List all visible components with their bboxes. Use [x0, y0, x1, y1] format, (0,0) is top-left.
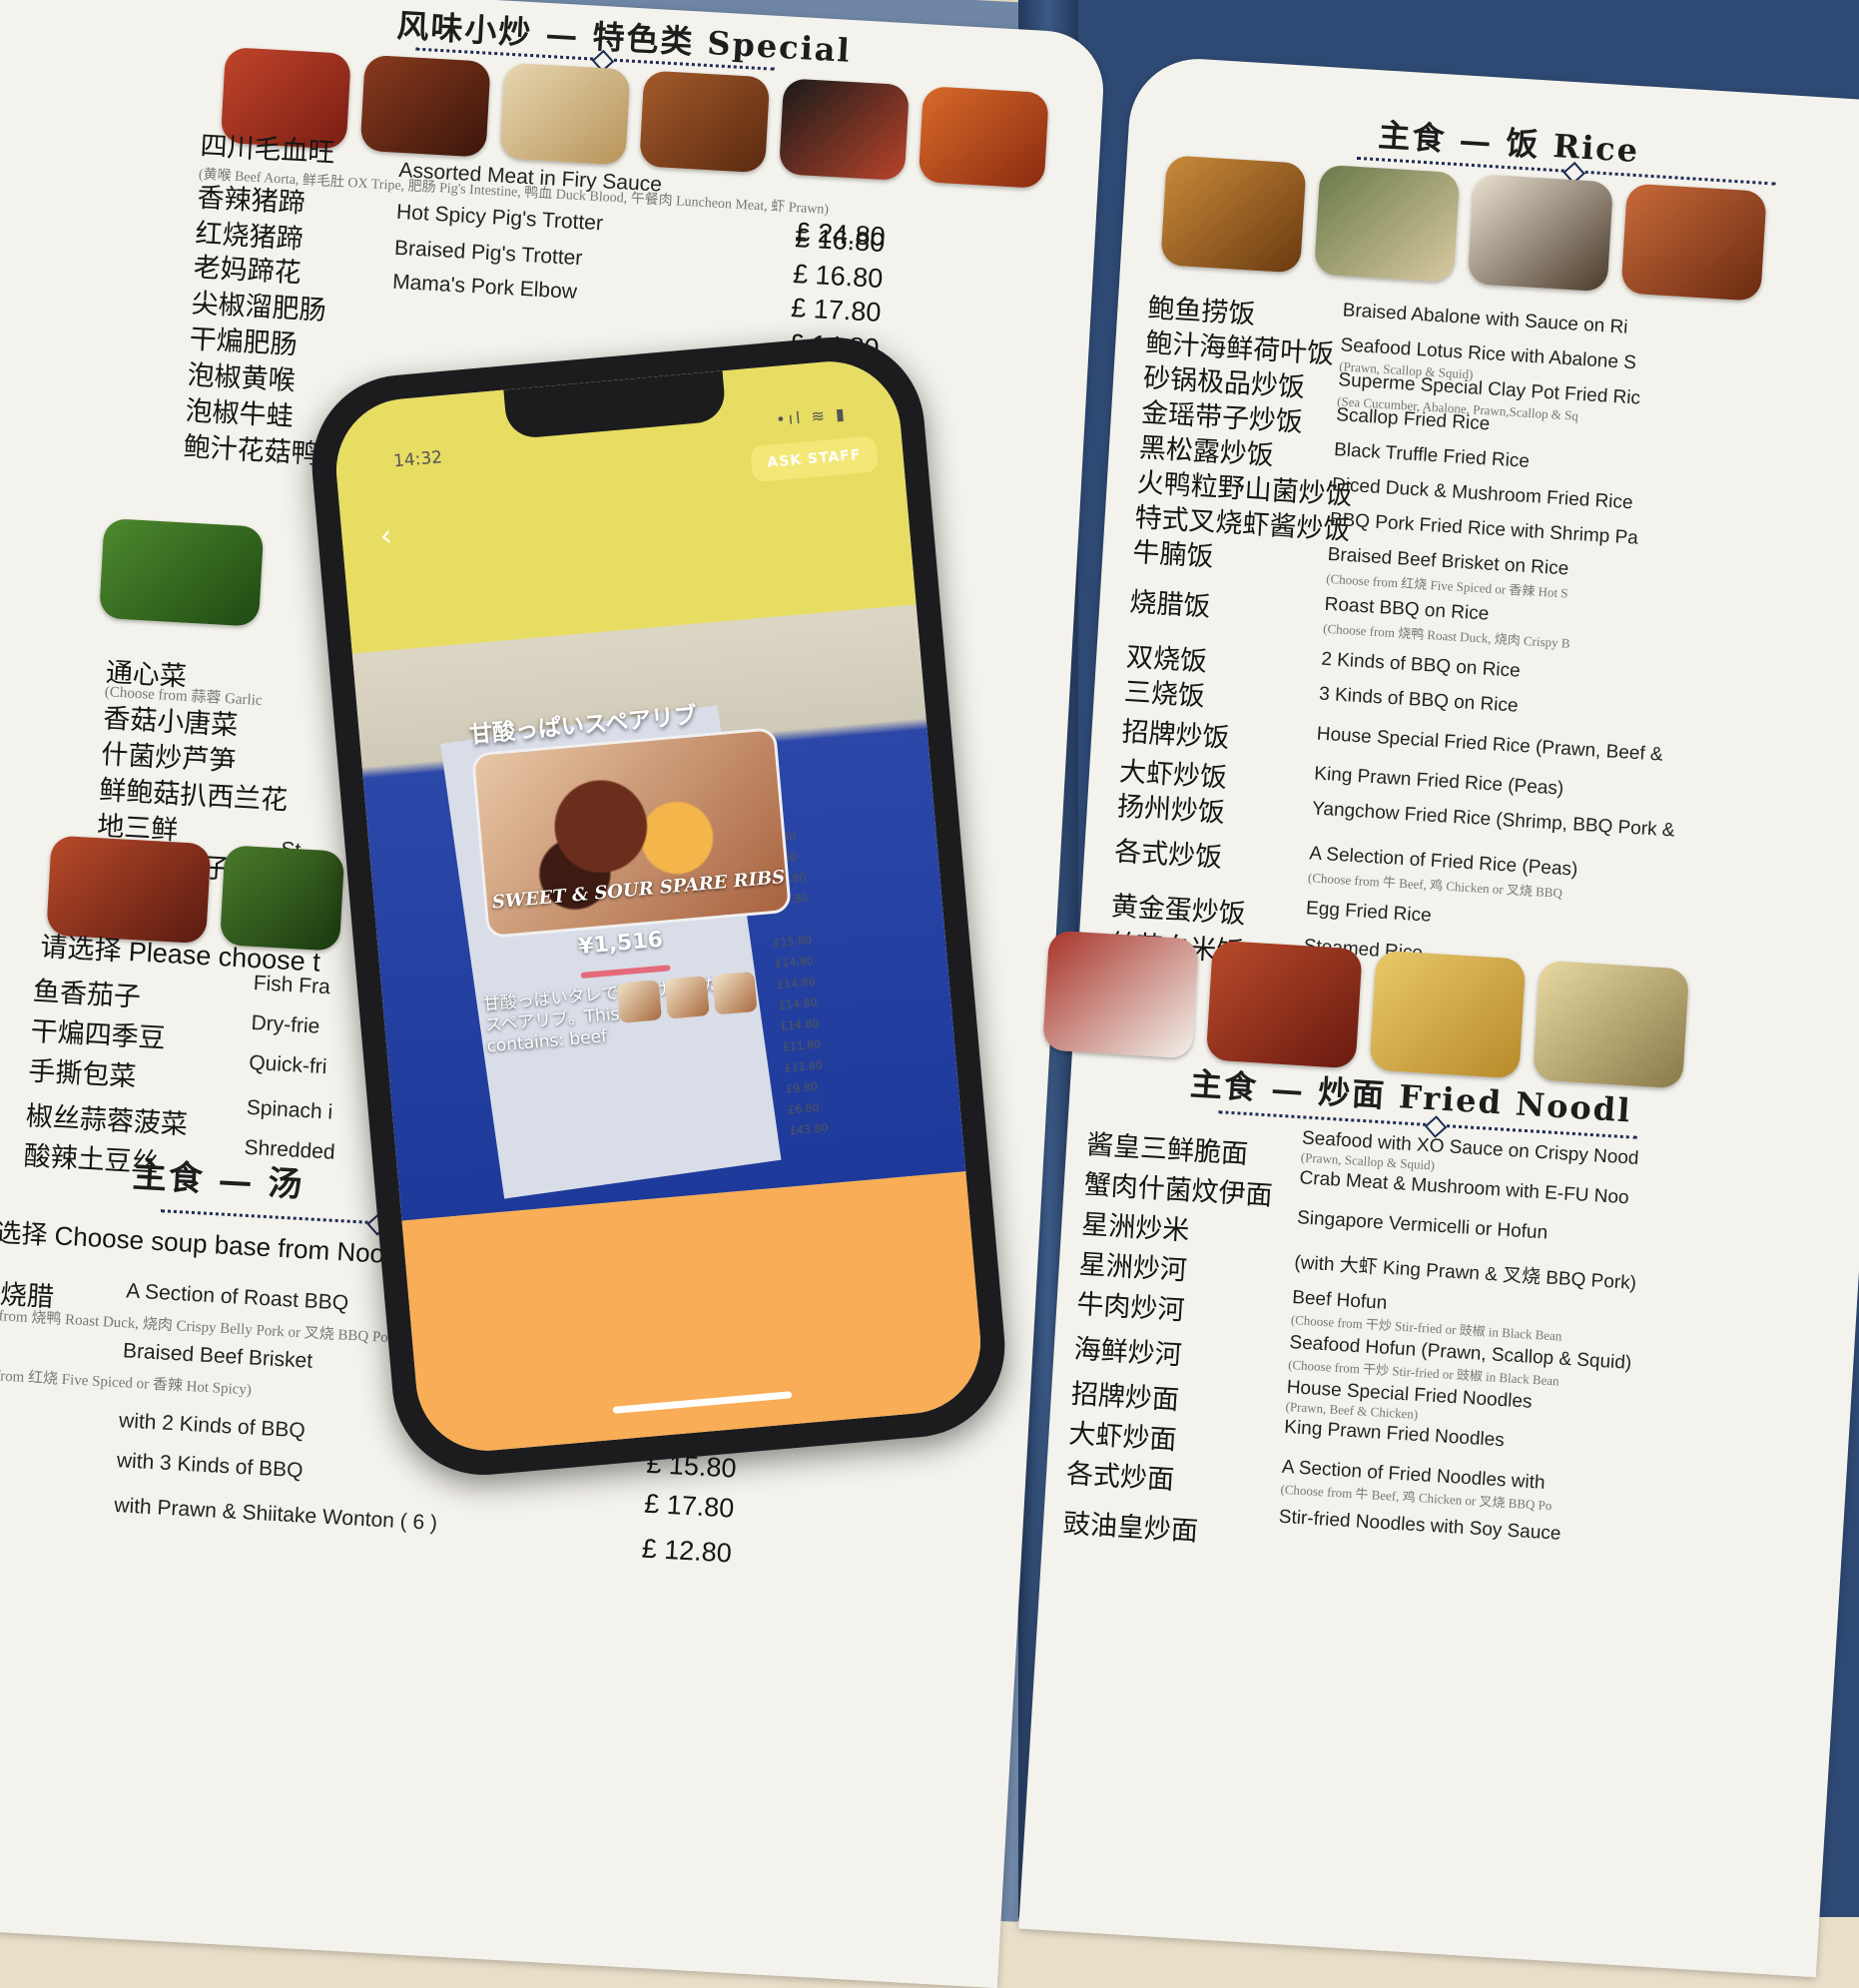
dish-name-en: Singapore Vermicelli or Hofun	[1296, 1207, 1549, 1244]
dish-name-zh: 鲍汁花菇鸭	[182, 431, 319, 470]
dish-name-zh: 豉油皇炒面	[1062, 1508, 1199, 1548]
dish-photo	[1533, 960, 1690, 1089]
dish-name-zh: 三烧饭	[1123, 676, 1206, 713]
dish-photo	[1467, 174, 1614, 293]
dish-name-en: BBQ Pork Fried Rice with Shrimp Pa	[1329, 508, 1639, 549]
dish-name-zh: 扬州炒饭	[1116, 791, 1226, 829]
dish-price: £ 17.80	[643, 1488, 736, 1524]
dish-name-en: Dry-frie	[250, 1010, 320, 1038]
dish-name-en: 2 Kinds of BBQ on Rice	[1320, 648, 1522, 682]
dish-name-zh: 烧腊饭	[1128, 586, 1212, 623]
dish-name-en: Spinach i	[246, 1095, 333, 1124]
phone: 14:32 •ıl ≋ ▮ ‹ ASK STAFF £8.80£9.80£10.…	[305, 330, 1012, 1483]
dish-name-en: King Prawn Fried Rice (Peas)	[1313, 763, 1564, 800]
dish-name-en: 3 Kinds of BBQ on Rice	[1318, 683, 1520, 717]
camera-price: £43.80	[789, 1121, 830, 1138]
dish-name-en: Black Truffle Fried Rice	[1333, 439, 1531, 472]
dish-photo	[1369, 950, 1527, 1079]
dish-name-en: King Prawn Fried Noodles	[1283, 1416, 1506, 1452]
dish-photo	[1620, 183, 1767, 302]
dish-photo	[359, 54, 491, 158]
dish-name-en: Braised Beef Brisket	[122, 1339, 313, 1373]
dish-name-en: with 2 Kinds of BBQ	[118, 1409, 307, 1443]
dish-price: £ 16.80	[792, 259, 885, 295]
dish-name-zh: 海鲜炒河	[1072, 1333, 1183, 1372]
thumbnail[interactable]	[664, 976, 710, 1019]
dish-name-en: Mama's Pork Elbow	[391, 270, 578, 304]
dish-photo	[1160, 155, 1307, 274]
special-photo-row	[220, 46, 1049, 189]
dish-name-en: Yangchow Fried Rice (Shrimp, BBQ Pork &	[1311, 798, 1676, 842]
dish-photo	[918, 86, 1049, 189]
thumbnail[interactable]	[712, 971, 758, 1015]
dish-name-zh: 星洲炒米	[1080, 1209, 1191, 1247]
thumbnail[interactable]	[616, 980, 662, 1023]
dish-photo	[1205, 940, 1363, 1069]
dish-name-en: House Special Fried Rice (Prawn, Beef &	[1316, 723, 1664, 766]
bottom-panel	[401, 1171, 986, 1457]
dish-photo	[99, 517, 265, 627]
veg-photo-row	[99, 517, 265, 627]
dish-name-en: A Section of Roast BBQ	[125, 1279, 349, 1315]
dish-photo	[1313, 164, 1461, 284]
camera-price: £11.80	[784, 1058, 824, 1075]
dish-name-zh: 手撕包菜	[27, 1055, 138, 1093]
dish-name-zh: 牛腩饭	[1131, 536, 1215, 573]
dish-name-zh: 鱼香茄子	[32, 976, 142, 1013]
dish-photo	[499, 62, 631, 166]
camera-view: £8.80£9.80£10.80£10.80 £15.80£14.80£14.8…	[351, 604, 966, 1221]
dish-photo	[778, 78, 911, 182]
status-time: 14:32	[392, 447, 443, 472]
dish-name-en: with 3 Kinds of BBQ	[116, 1449, 305, 1483]
dish-price: £ 17.80	[790, 293, 883, 329]
dish-name-en: Hot Spicy Pig's Trotter	[395, 200, 604, 236]
dish-name-en: Diced Duck & Mushroom Fried Rice	[1331, 473, 1634, 514]
dish-price: £ 12.80	[640, 1533, 733, 1569]
dish-name-zh: 大虾炒面	[1067, 1418, 1178, 1457]
dish-name-en: Braised Pig's Trotter	[393, 236, 583, 271]
dish-name-zh: 四川毛血旺	[199, 130, 336, 170]
dish-photo	[1042, 930, 1200, 1059]
dish-name-zh: 招牌炒饭	[1120, 716, 1231, 755]
dish-name-en: Crab Meat & Mushroom with E-FU Noo	[1299, 1167, 1630, 1209]
dish-photo	[639, 70, 771, 174]
dish-name-zh: 星洲炒河	[1077, 1248, 1188, 1287]
dish-name-zh: 牛肉炒河	[1075, 1288, 1186, 1327]
menu-page-right: 主食 — 饭 Rice 鲍鱼捞饭 Braised Abalone with Sau…	[1018, 55, 1859, 1978]
dish-name-en: (with 大虾 King Prawn & 叉烧 BBQ Pork)	[1293, 1252, 1637, 1295]
phone-screen: 14:32 •ıl ≋ ▮ ‹ ASK STAFF £8.80£9.80£10.…	[330, 355, 986, 1457]
dish-name-en: Fish Fra	[253, 972, 331, 999]
dish-name-en: Quick-fri	[248, 1050, 328, 1079]
dish-name-zh: 干煸四季豆	[29, 1015, 167, 1055]
dish-name-zh: 各式炒面	[1065, 1458, 1175, 1497]
dish-name-zh: 招牌炒面	[1070, 1378, 1180, 1417]
dish-name-en: Stir-fried Noodles with Soy Sauce	[1278, 1506, 1562, 1545]
dish-name-en: Egg Fried Rice	[1305, 898, 1433, 927]
dish-name-en: with Prawn & Shiitake Wonton ( 6 )	[113, 1494, 438, 1536]
dish-name-en: Braised Abalone with Sauce on Ri	[1342, 300, 1629, 338]
rice-photo-row-2	[1042, 930, 1690, 1089]
dish-price: £ 16.80	[794, 223, 887, 259]
section-title-soup: 主食 — 汤	[131, 1155, 306, 1206]
dish-name-zh: 各式炒饭	[1113, 836, 1224, 874]
